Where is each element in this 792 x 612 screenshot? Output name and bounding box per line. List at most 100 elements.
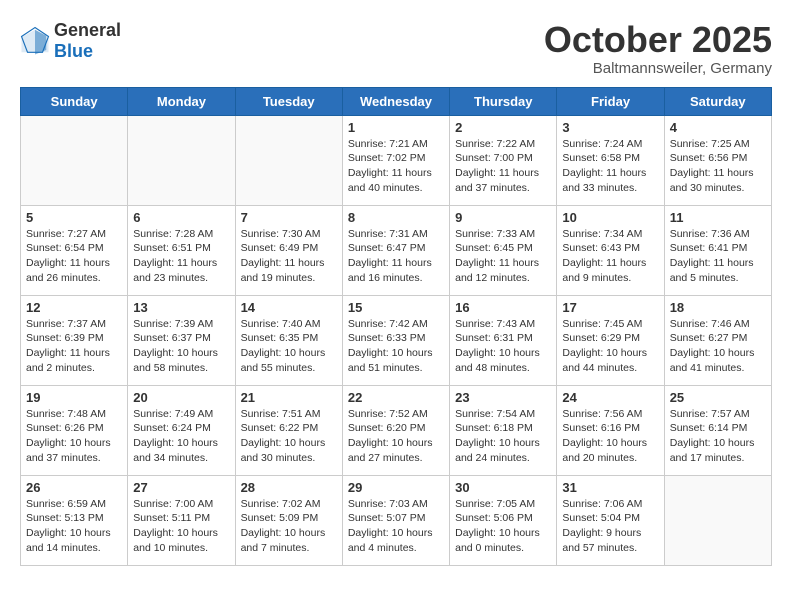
day-info-line: Daylight: 10 hours <box>670 437 755 449</box>
calendar-cell: 3Sunrise: 7:24 AMSunset: 6:58 PMDaylight… <box>557 115 664 205</box>
day-info: Sunrise: 7:33 AMSunset: 6:45 PMDaylight:… <box>455 227 551 286</box>
calendar-cell: 8Sunrise: 7:31 AMSunset: 6:47 PMDaylight… <box>342 205 449 295</box>
week-row-1: 1Sunrise: 7:21 AMSunset: 7:02 PMDaylight… <box>21 115 772 205</box>
day-info: Sunrise: 7:24 AMSunset: 6:58 PMDaylight:… <box>562 137 658 196</box>
day-info-line: Sunrise: 7:49 AM <box>133 408 213 420</box>
day-info: Sunrise: 7:51 AMSunset: 6:22 PMDaylight:… <box>241 407 337 466</box>
day-info-line: and 20 minutes. <box>562 452 637 464</box>
day-info-line: and 48 minutes. <box>455 362 530 374</box>
day-info-line: Sunset: 6:35 PM <box>241 332 319 344</box>
day-number: 14 <box>241 300 337 315</box>
day-number: 31 <box>562 480 658 495</box>
day-info-line: Daylight: 9 hours <box>562 527 641 539</box>
day-info-line: Sunset: 6:24 PM <box>133 422 211 434</box>
day-info-line: Sunrise: 7:51 AM <box>241 408 321 420</box>
day-info: Sunrise: 7:30 AMSunset: 6:49 PMDaylight:… <box>241 227 337 286</box>
logo-general: General <box>54 20 121 40</box>
day-info-line: Sunrise: 7:25 AM <box>670 138 750 150</box>
page-header: General Blue October 2025 Baltmannsweile… <box>20 20 772 77</box>
day-info: Sunrise: 7:54 AM Sunset: 6:18 PM Daylight:… <box>455 407 551 466</box>
day-info-line: Sunrise: 7:02 AM <box>241 498 321 510</box>
day-number: 16 <box>455 300 551 315</box>
day-info-line: and 24 minutes. <box>455 452 530 464</box>
day-header-friday: Friday <box>557 87 664 115</box>
day-info: Sunrise: 7:57 AMSunset: 6:14 PMDaylight:… <box>670 407 766 466</box>
day-info: Sunrise: 7:46 AMSunset: 6:27 PMDaylight:… <box>670 317 766 376</box>
day-info-line: Daylight: 10 hours <box>26 437 111 449</box>
day-info-line: Daylight: 10 hours <box>133 527 218 539</box>
day-info-line: Sunrise: 7:43 AM <box>455 318 535 330</box>
day-info-line: Sunrise: 7:42 AM <box>348 318 428 330</box>
day-info-line: Sunset: 6:56 PM <box>670 152 748 164</box>
day-info-line: Daylight: 10 hours <box>241 347 326 359</box>
day-info-line: Daylight: 10 hours <box>455 437 540 449</box>
calendar-cell: 10Sunrise: 7:34 AMSunset: 6:43 PMDayligh… <box>557 205 664 295</box>
day-info-line: Sunrise: 7:45 AM <box>562 318 642 330</box>
day-header-thursday: Thursday <box>450 87 557 115</box>
day-info: Sunrise: 7:39 AMSunset: 6:37 PMDaylight:… <box>133 317 229 376</box>
day-number: 9 <box>455 210 551 225</box>
day-info-line: and 37 minutes. <box>26 452 101 464</box>
day-info-line: and 0 minutes. <box>455 542 524 554</box>
day-info-line: Sunrise: 7:33 AM <box>455 228 535 240</box>
calendar-cell: 4Sunrise: 7:25 AMSunset: 6:56 PMDaylight… <box>664 115 771 205</box>
day-number: 12 <box>26 300 122 315</box>
day-number: 17 <box>562 300 658 315</box>
day-info-line: Sunrise: 6:59 AM <box>26 498 106 510</box>
day-info: Sunrise: 7:25 AMSunset: 6:56 PMDaylight:… <box>670 137 766 196</box>
day-info-line: Sunset: 6:51 PM <box>133 242 211 254</box>
day-info-line: Sunset: 5:09 PM <box>241 512 319 524</box>
day-info-line: Daylight: 11 hours <box>26 257 110 269</box>
day-info-line: Sunrise: 7:30 AM <box>241 228 321 240</box>
calendar-table: SundayMondayTuesdayWednesdayThursdayFrid… <box>20 87 772 566</box>
day-info-line: Sunset: 5:11 PM <box>133 512 210 524</box>
day-info-line: Sunset: 6:16 PM <box>562 422 640 434</box>
day-number: 5 <box>26 210 122 225</box>
day-info-line: and 27 minutes. <box>348 452 423 464</box>
day-info-line: Sunrise: 7:36 AM <box>670 228 750 240</box>
day-info-line: Daylight: 10 hours <box>26 527 111 539</box>
day-info-line: and 34 minutes. <box>133 452 208 464</box>
calendar-cell: 23Sunrise: 7:54 AMSunset: 6:18 PMDayligh… <box>450 385 557 475</box>
calendar-cell: 27Sunrise: 7:00 AMSunset: 5:11 PMDayligh… <box>128 475 235 565</box>
calendar-cell: 17Sunrise: 7:45 AMSunset: 6:29 PMDayligh… <box>557 295 664 385</box>
calendar-cell: 7Sunrise: 7:30 AMSunset: 6:49 PMDaylight… <box>235 205 342 295</box>
day-number: 18 <box>670 300 766 315</box>
calendar-cell: 28Sunrise: 7:02 AMSunset: 5:09 PMDayligh… <box>235 475 342 565</box>
day-info-line: Daylight: 11 hours <box>348 167 432 179</box>
day-info-line: and 26 minutes. <box>26 272 101 284</box>
week-row-4: 19Sunrise: 7:48 AMSunset: 6:26 PMDayligh… <box>21 385 772 475</box>
day-info-line: Daylight: 11 hours <box>241 257 325 269</box>
day-info-line: Sunset: 6:18 PM <box>455 422 533 434</box>
day-info-line: Daylight: 10 hours <box>133 347 218 359</box>
logo-blue: Blue <box>54 41 93 61</box>
day-info: Sunrise: 7:52 AMSunset: 6:20 PMDaylight:… <box>348 407 444 466</box>
calendar-cell: 13Sunrise: 7:39 AMSunset: 6:37 PMDayligh… <box>128 295 235 385</box>
day-info: Sunrise: 7:22 AMSunset: 7:00 PMDaylight:… <box>455 137 551 196</box>
day-info-line: Sunset: 6:27 PM <box>670 332 748 344</box>
calendar-cell: 20Sunrise: 7:49 AMSunset: 6:24 PMDayligh… <box>128 385 235 475</box>
day-info-line: and 58 minutes. <box>133 362 208 374</box>
day-info-line: Daylight: 10 hours <box>455 347 540 359</box>
day-info-line: and 55 minutes. <box>241 362 316 374</box>
calendar-cell: 2Sunrise: 7:22 AMSunset: 7:00 PMDaylight… <box>450 115 557 205</box>
day-info: Sunrise: 7:21 AMSunset: 7:02 PMDaylight:… <box>348 137 444 196</box>
day-info-line: Daylight: 11 hours <box>562 257 646 269</box>
day-info: Sunrise: 7:37 AMSunset: 6:39 PMDaylight:… <box>26 317 122 376</box>
day-info: Sunrise: 7:31 AMSunset: 6:47 PMDaylight:… <box>348 227 444 286</box>
day-info-line: and 5 minutes. <box>670 272 739 284</box>
day-info-line: Sunrise: 7:54 AM <box>455 408 535 420</box>
location-subtitle: Baltmannsweiler, Germany <box>544 60 772 77</box>
day-info-line: Daylight: 10 hours <box>670 347 755 359</box>
day-header-sunday: Sunday <box>21 87 128 115</box>
day-info-line: Sunrise: 7:24 AM <box>562 138 642 150</box>
day-info-line: and 40 minutes. <box>348 182 423 194</box>
day-info-line: and 30 minutes. <box>241 452 316 464</box>
week-row-5: 26Sunrise: 6:59 AMSunset: 5:13 PMDayligh… <box>21 475 772 565</box>
calendar-cell: 24Sunrise: 7:56 AMSunset: 6:16 PMDayligh… <box>557 385 664 475</box>
day-info-line: Sunset: 5:06 PM <box>455 512 533 524</box>
calendar-cell: 29Sunrise: 7:03 AMSunset: 5:07 PMDayligh… <box>342 475 449 565</box>
day-info: Sunrise: 7:56 AMSunset: 6:16 PMDaylight:… <box>562 407 658 466</box>
day-info: Sunrise: 7:49 AMSunset: 6:24 PMDaylight:… <box>133 407 229 466</box>
day-info-line: Sunset: 7:00 PM <box>455 152 533 164</box>
